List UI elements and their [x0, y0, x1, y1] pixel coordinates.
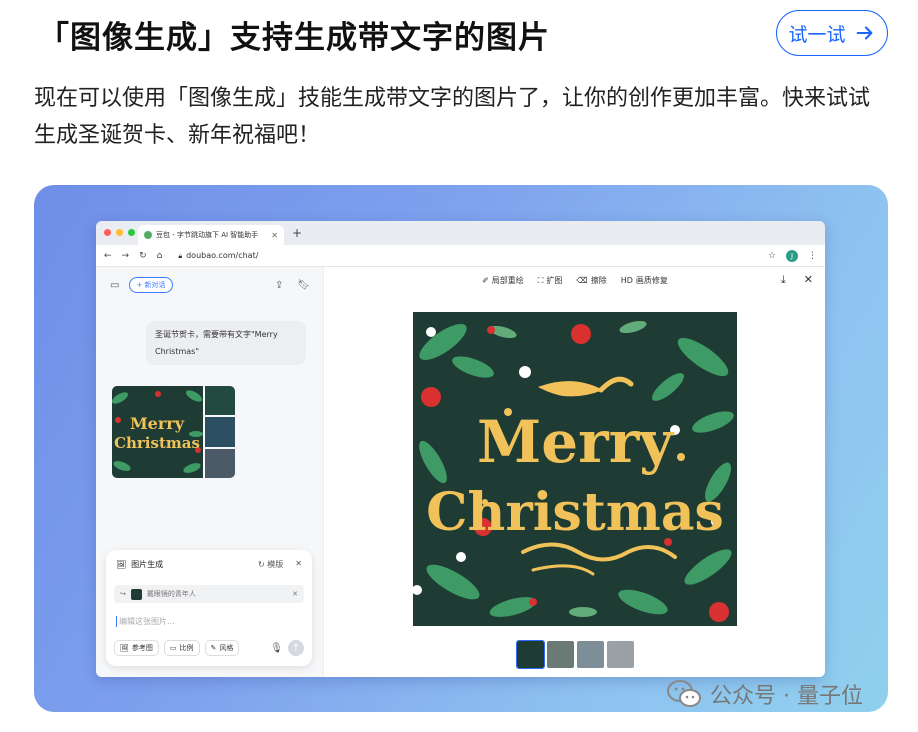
strip-thumb-3[interactable] [577, 641, 604, 668]
expand-icon: ⛶ [537, 275, 544, 285]
erase-button[interactable]: ⌫ 擦除 [576, 275, 606, 286]
generated-image-4[interactable] [205, 448, 235, 478]
favicon-icon [144, 231, 152, 239]
generated-image-3[interactable] [205, 417, 235, 447]
bookmark-star-icon[interactable]: ☆ [768, 251, 776, 261]
browser-tab[interactable]: 豆包 - 字节跳动旗下 AI 智能助手 ✕ [138, 225, 284, 245]
style-button[interactable]: ✎ 风格 [204, 640, 240, 656]
home-icon[interactable]: ⌂ [157, 251, 163, 261]
prompt-input[interactable]: 编辑这张图片... [116, 616, 175, 627]
ratio-button[interactable]: ▭ 比例 [163, 640, 200, 656]
microphone-icon[interactable]: 🎙︎ [270, 643, 283, 654]
thumb-text-merry: Merry [130, 414, 185, 433]
strip-thumb-1[interactable] [516, 640, 545, 669]
reply-icon: ↪ [120, 590, 126, 598]
chat-sidebar: ▭ + 新对话 ⇪ 🔖︎ 圣诞节贺卡，需要带有文字"Merry Christma… [96, 267, 324, 677]
watermark: 公众号 · 量子位 [666, 678, 863, 710]
browser-window: 豆包 - 字节跳动旗下 AI 智能助手 ✕ + ← → ↻ ⌂ 🔒︎ doubao… [96, 221, 825, 677]
strip-thumb-2[interactable] [547, 641, 574, 668]
minimize-dot[interactable] [116, 229, 123, 236]
image-viewer: ✐ 局部重绘 ⛶ 扩图 ⌫ 擦除 HD 画质修复 ⤓ ✕ Merry Chris… [325, 267, 825, 677]
new-chat-button[interactable]: + 新对话 [129, 277, 173, 293]
thumbnail-strip [516, 640, 634, 669]
address-bar: ← → ↻ ⌂ 🔒︎ doubao.com/chat/ ☆ J ⋮ [96, 245, 825, 267]
card-text-christmas: Christmas [426, 482, 724, 543]
bookmark-icon[interactable]: 🔖︎ [297, 280, 310, 291]
reference-close-icon[interactable]: ✕ [292, 590, 298, 598]
strip-thumb-4[interactable] [607, 641, 634, 668]
page-title: 「图像生成」支持生成带文字的图片 [38, 20, 550, 56]
generated-image-main[interactable]: Merry Christmas [112, 386, 203, 478]
reference-image-button[interactable]: 🖼︎ 参考图 [114, 640, 159, 656]
viewer-close-icon[interactable]: ✕ [804, 273, 813, 287]
tab-title: 豆包 - 字节跳动旗下 AI 智能助手 [156, 231, 259, 239]
image-icon: 🖼︎ [116, 560, 127, 569]
user-message: 圣诞节贺卡，需要带有文字"Merry Christmas" [146, 321, 306, 365]
download-icon[interactable]: ⤓ [781, 273, 786, 287]
lock-icon: 🔒︎ [178, 251, 183, 260]
eraser-icon: ⌫ [576, 276, 588, 285]
url-field[interactable]: 🔒︎ doubao.com/chat/ [178, 251, 258, 261]
forward-icon[interactable]: → [122, 251, 130, 261]
back-icon[interactable]: ← [104, 251, 112, 261]
picture-icon: 🖼︎ [120, 644, 129, 652]
sidebar-toggle-icon[interactable]: ▭ [110, 280, 119, 291]
image-composer: 🖼︎ 图片生成 ↻ 模版 ✕ ↪ 戴眼镜的青年人 ✕ 编辑这张图片... 🖼︎ 参… [106, 550, 312, 666]
reference-text: 戴眼镜的青年人 [146, 590, 196, 598]
generated-images[interactable]: Merry Christmas [112, 386, 235, 478]
new-tab-icon[interactable]: + [292, 226, 302, 240]
avatar[interactable]: J [786, 249, 798, 262]
christmas-card-image: Merry Christmas [413, 312, 737, 626]
share-icon[interactable]: ⇪ [275, 280, 283, 291]
inpaint-button[interactable]: ✐ 局部重绘 [482, 275, 524, 286]
reference-thumb [130, 588, 142, 600]
reload-icon[interactable]: ↻ [139, 251, 147, 261]
watermark-text: 公众号 · 量子位 [710, 684, 863, 709]
template-button[interactable]: ↻ 模版 [258, 559, 283, 570]
generated-image-2[interactable] [205, 386, 235, 416]
ratio-icon: ▭ [169, 644, 177, 652]
hero-banner: 豆包 - 字节跳动旗下 AI 智能助手 ✕ + ← → ↻ ⌂ 🔒︎ doubao… [34, 185, 888, 712]
menu-dots-icon[interactable]: ⋮ [808, 251, 817, 261]
expand-button[interactable]: ⛶ 扩图 [538, 275, 563, 286]
card-text-merry: Merry [477, 408, 675, 476]
enhance-button[interactable]: HD 画质修复 [621, 275, 668, 286]
intro-paragraph: 现在可以使用「图像生成」技能生成带文字的图片了，让你的创作更加丰富。快来试试生成… [34, 86, 871, 148]
arrow-right-icon [856, 26, 872, 40]
try-button[interactable]: 试一试 [776, 10, 888, 56]
try-button-label: 试一试 [788, 23, 846, 46]
maximize-dot[interactable] [128, 229, 135, 236]
composer-title: 图片生成 [131, 560, 164, 569]
viewer-toolbar: ✐ 局部重绘 ⛶ 扩图 ⌫ 擦除 HD 画质修复 [325, 275, 825, 286]
thumb-text-christmas: Christmas [114, 434, 200, 452]
brush-icon: ✎ [210, 644, 217, 652]
composer-close-icon[interactable]: ✕ [295, 559, 302, 570]
inpaint-icon: ✐ [482, 276, 489, 285]
reference-chip[interactable]: ↪ 戴眼镜的青年人 ✕ [114, 585, 304, 603]
send-button[interactable]: ↑ [288, 640, 304, 656]
wechat-icon [667, 680, 701, 707]
window-controls[interactable] [104, 229, 135, 236]
tab-close-icon[interactable]: ✕ [271, 231, 278, 240]
close-dot[interactable] [104, 229, 111, 236]
tab-bar: 豆包 - 字节跳动旗下 AI 智能助手 ✕ + [96, 221, 825, 245]
hd-icon: HD [620, 276, 633, 285]
